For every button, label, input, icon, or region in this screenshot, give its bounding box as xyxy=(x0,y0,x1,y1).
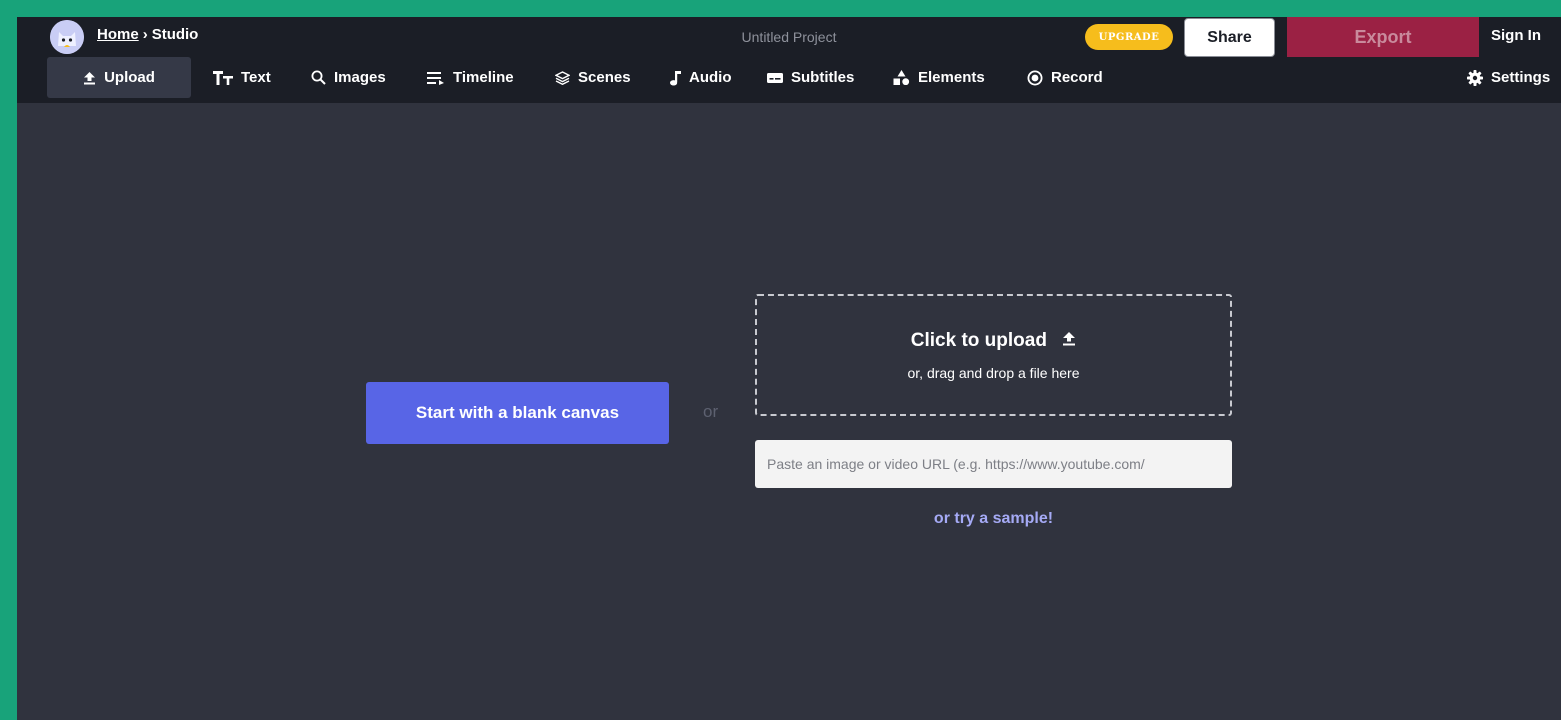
record-icon xyxy=(1027,70,1043,86)
dropzone-title: Click to upload xyxy=(757,330,1230,352)
tab-upload[interactable]: Upload xyxy=(47,57,191,98)
blank-canvas-button[interactable]: Start with a blank canvas xyxy=(366,382,669,444)
tab-text-label: Text xyxy=(241,69,271,86)
tab-elements[interactable]: Elements xyxy=(893,57,985,98)
search-icon xyxy=(311,70,326,85)
timeline-icon xyxy=(427,71,445,85)
app-frame: Home › Studio Untitled Project UPGRADE Sha… xyxy=(17,17,1561,720)
breadcrumb-home-link[interactable]: Home xyxy=(97,26,139,43)
tab-scenes-label: Scenes xyxy=(578,69,631,86)
tab-timeline-label: Timeline xyxy=(453,69,514,86)
tab-images-label: Images xyxy=(334,69,386,86)
upload-icon xyxy=(83,71,96,85)
tab-subtitles[interactable]: Subtitles xyxy=(767,57,854,98)
toolbar: Upload Text Images Timeline Scenes Audio… xyxy=(17,57,1561,103)
text-icon xyxy=(213,70,233,85)
cat-logo-icon xyxy=(50,20,84,54)
upload-icon xyxy=(1062,330,1076,352)
sign-in-button[interactable]: Sign In xyxy=(1491,27,1541,44)
tab-subtitles-label: Subtitles xyxy=(791,69,855,86)
settings-label: Settings xyxy=(1491,69,1551,86)
upload-dropzone[interactable]: Click to upload or, drag and drop a file… xyxy=(755,294,1232,416)
tab-images[interactable]: Images xyxy=(311,57,386,98)
header: Home › Studio Untitled Project UPGRADE Sha… xyxy=(17,17,1561,103)
avatar[interactable] xyxy=(50,20,84,54)
tab-text[interactable]: Text xyxy=(213,57,271,98)
dropzone-title-text: Click to upload xyxy=(910,330,1047,352)
layers-icon xyxy=(555,70,570,85)
tab-audio[interactable]: Audio xyxy=(669,57,732,98)
tab-audio-label: Audio xyxy=(689,69,732,86)
tab-elements-label: Elements xyxy=(918,69,985,86)
dropzone-subtitle: or, drag and drop a file here xyxy=(907,365,1080,381)
music-note-icon xyxy=(669,70,681,86)
breadcrumb-separator: › xyxy=(142,26,148,43)
settings-button[interactable]: Settings xyxy=(1467,57,1550,98)
tab-record[interactable]: Record xyxy=(1027,57,1103,98)
tab-timeline[interactable]: Timeline xyxy=(427,57,514,98)
upgrade-button[interactable]: UPGRADE xyxy=(1085,24,1173,50)
gear-icon xyxy=(1467,69,1483,86)
tab-record-label: Record xyxy=(1051,69,1103,86)
tab-scenes[interactable]: Scenes xyxy=(555,57,631,98)
export-button[interactable]: Export xyxy=(1287,17,1479,57)
try-sample-link[interactable]: or try a sample! xyxy=(755,510,1232,528)
url-input[interactable] xyxy=(755,440,1232,488)
or-divider-text: or xyxy=(703,402,719,421)
share-button[interactable]: Share xyxy=(1184,18,1275,57)
subtitles-icon xyxy=(767,72,783,84)
breadcrumb: Home › Studio xyxy=(97,26,198,43)
tab-upload-label: Upload xyxy=(104,69,155,86)
breadcrumb-current: Studio xyxy=(151,26,199,43)
top-bar: Home › Studio Untitled Project UPGRADE Sha… xyxy=(17,17,1561,57)
shapes-icon xyxy=(893,70,910,85)
